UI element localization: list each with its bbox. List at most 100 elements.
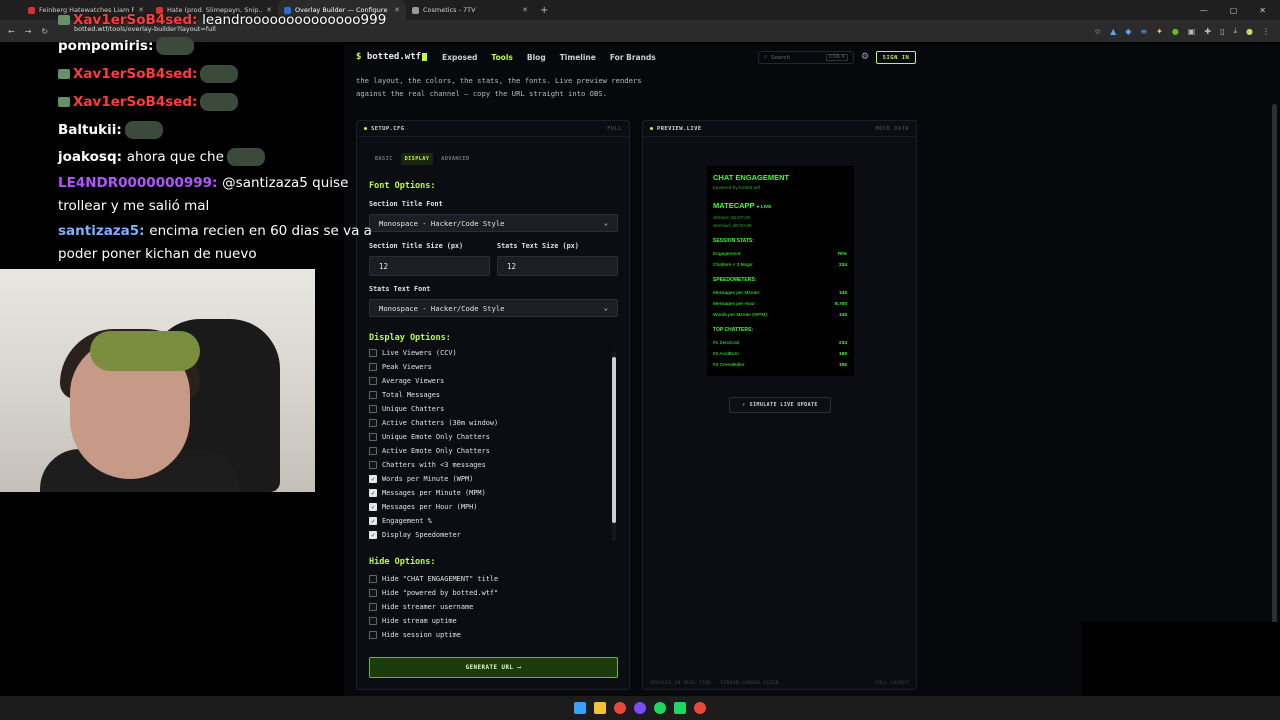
chat-username: LE4NDR0000000999: [58,175,218,191]
tab-advanced[interactable]: ADVANCED [437,153,473,165]
display-option[interactable]: Chatters with <3 messages [369,461,486,469]
checkbox[interactable]: ✓ [369,531,377,539]
app-icon[interactable] [694,702,706,714]
section-title-size-input[interactable]: 12 [369,256,490,276]
hide-option[interactable]: Hide "powered by botted.wtf" [369,589,498,597]
extension-icon[interactable]: ◆ [1125,27,1131,36]
options-scrollbar[interactable] [612,351,616,541]
stats-text-font-select[interactable]: Monospace - Hacker/Code Style ⌄ [369,299,618,317]
new-tab-icon[interactable]: + [540,5,548,16]
checkbox[interactable]: ✓ [369,489,377,497]
sign-in-button[interactable]: SIGN IN [876,51,916,64]
checkbox[interactable] [369,419,377,427]
checkbox[interactable]: ✓ [369,517,377,525]
option-label: Engagement % [382,517,432,525]
tab-display[interactable]: DISPLAY [400,153,434,165]
site-logo[interactable]: $ botted.wtf [356,52,428,62]
option-label: Peak Viewers [382,363,432,371]
stats-text-size-input[interactable]: 12 [497,256,618,276]
extension-icon[interactable]: ✦ [1156,27,1163,36]
nav-blog[interactable]: Blog [527,53,546,62]
scrollbar-thumb[interactable] [612,357,616,523]
display-option[interactable]: ✓ Messages per Hour (MPH) [369,503,477,511]
app-icon[interactable] [674,702,686,714]
emote-icon [124,121,163,139]
maximize-icon[interactable]: ▢ [1230,6,1238,15]
option-label: Hide stream uptime [382,617,457,625]
chat-message: Baltukii: [58,121,163,139]
checkbox[interactable] [369,575,377,583]
close-icon[interactable]: ✕ [394,6,400,14]
page-scrollbar[interactable] [1272,104,1277,624]
checkbox[interactable] [369,377,377,385]
powered-by: powered by botted.wtf [713,186,760,191]
checkbox[interactable] [369,631,377,639]
checkbox[interactable]: ✓ [369,503,377,511]
window-controls: — ▢ ✕ [1200,0,1280,20]
nav-tools[interactable]: Tools [491,53,512,62]
menu-icon[interactable]: ⋮ [1262,27,1270,36]
extension-icon[interactable]: ▲ [1110,27,1116,36]
chrome-icon[interactable] [614,702,626,714]
obs-icon[interactable] [634,702,646,714]
sidebar-icon[interactable]: ▯ [1220,27,1224,36]
hide-option[interactable]: Hide "CHAT ENGAGEMENT" title [369,575,498,583]
checkbox[interactable] [369,363,377,371]
chat-message: Xav1erSoB4sed: leandroooooooooooooo999 [58,12,386,28]
checkbox[interactable]: ✓ [369,475,377,483]
section-title-font-select[interactable]: Monospace - Hacker/Code Style ⌄ [369,214,618,232]
checkbox[interactable] [369,405,377,413]
extension-icon[interactable]: ● [1172,27,1179,36]
windows-icon[interactable] [574,702,586,714]
display-option[interactable]: ✓ Display Speedometer [369,531,461,539]
display-option[interactable]: ✓ Engagement % [369,517,432,525]
checkbox[interactable] [369,349,377,357]
avatar[interactable]: ● [1246,27,1253,36]
star-icon[interactable]: ☆ [1094,27,1101,36]
checkbox[interactable] [369,391,377,399]
simulate-live-update-button[interactable]: ⚡ SIMULATE LIVE UPDATE [729,397,831,413]
tab-basic[interactable]: BASIC [371,153,397,165]
hide-option[interactable]: Hide streamer username [369,603,473,611]
display-option[interactable]: ✓ Messages per Minute (MPM) [369,489,486,497]
nav-exposed[interactable]: Exposed [442,53,477,62]
checkbox[interactable] [369,589,377,597]
extension-icon[interactable]: ▣ [1188,27,1196,36]
checkbox[interactable] [369,447,377,455]
extension-icon[interactable]: ≡ [1140,27,1147,36]
minimize-icon[interactable]: — [1200,6,1208,15]
display-option[interactable]: Active Emote Only Chatters [369,447,490,455]
chat-username: joakosq: [58,149,122,165]
hide-option[interactable]: Hide stream uptime [369,617,457,625]
display-option[interactable]: Total Messages [369,391,440,399]
close-icon[interactable]: ✕ [522,6,528,14]
hide-option[interactable]: Hide session uptime [369,631,461,639]
display-option[interactable]: Average Viewers [369,377,444,385]
display-option[interactable]: Unique Chatters [369,405,444,413]
browser-tab-4[interactable]: Cosmetics - 7TV ✕ [406,0,534,20]
display-option[interactable]: Peak Viewers [369,363,432,371]
checkbox[interactable] [369,433,377,441]
display-option[interactable]: Live Viewers (CCV) [369,349,457,357]
file-explorer-icon[interactable] [594,702,606,714]
checkbox[interactable] [369,461,377,469]
close-window-icon[interactable]: ✕ [1259,6,1266,15]
website: $ botted.wtf Exposed Tools Blog Timeline… [344,44,1280,696]
search-input[interactable]: ⌕ Search CTRL K [758,51,854,64]
download-icon[interactable]: ⤓ [1233,26,1237,36]
stat-value: 75% [837,252,847,257]
display-option[interactable]: Active Chatters (30m window) [369,419,498,427]
checkbox[interactable] [369,603,377,611]
spotify-icon[interactable] [654,702,666,714]
display-option[interactable]: Unique Emote Only Chatters [369,433,490,441]
puzzle-icon[interactable]: ✚ [1204,27,1211,36]
intro-line: against the real channel — copy the URL … [356,89,607,98]
gear-icon[interactable]: ⚙ [861,52,869,62]
nav-timeline[interactable]: Timeline [560,53,596,62]
username: MATECAPP [713,201,755,210]
generate-url-button[interactable]: GENERATE URL ⟶ [369,657,618,678]
nav-for-brands[interactable]: For Brands [610,53,656,62]
checkbox[interactable] [369,617,377,625]
display-option[interactable]: ✓ Words per Minute (WPM) [369,475,473,483]
option-label: Hide "powered by botted.wtf" [382,589,499,597]
